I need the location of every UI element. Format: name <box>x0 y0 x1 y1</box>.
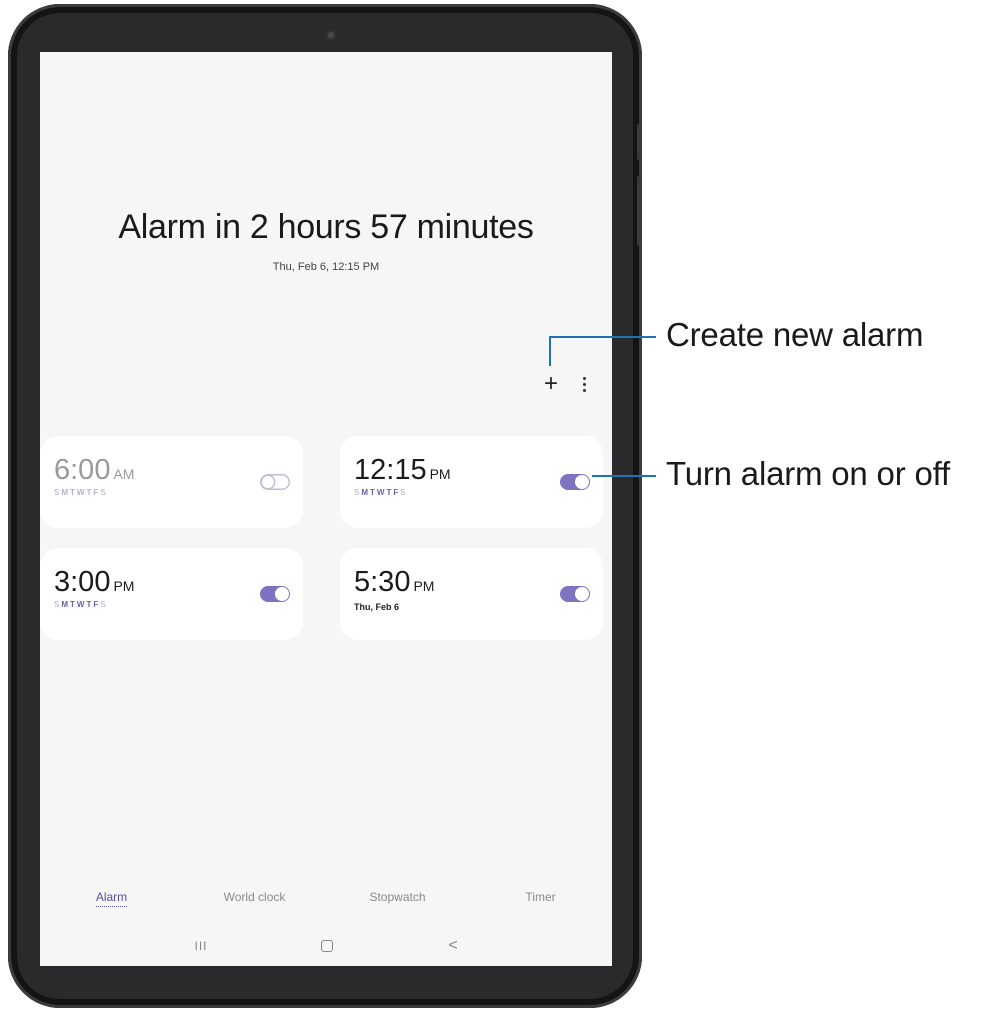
alarm-card[interactable]: 12:15 PM SMTWTFS <box>340 436 603 528</box>
front-camera <box>326 30 336 40</box>
volume-button <box>637 124 642 160</box>
system-nav-bar: III < <box>40 934 612 958</box>
add-alarm-button[interactable]: + <box>540 371 562 397</box>
bottom-tabs: Alarm World clock Stopwatch Timer <box>40 890 612 910</box>
callout-line-create-horizontal <box>549 336 656 338</box>
power-button <box>637 176 642 246</box>
alarm-date: Thu, Feb 6 <box>354 602 399 612</box>
alarm-toggle[interactable] <box>260 474 290 490</box>
callout-turn-alarm-on-off: Turn alarm on or off <box>666 455 950 492</box>
alarm-toggle[interactable] <box>260 586 290 602</box>
alarm-repeat-days: SMTWTFS <box>54 488 108 497</box>
alarm-card[interactable]: 3:00 PM SMTWTFS <box>40 548 303 640</box>
recent-apps-icon[interactable]: III <box>186 934 216 958</box>
alarm-toggle[interactable] <box>560 586 590 602</box>
callout-create-new-alarm: Create new alarm <box>666 316 924 353</box>
next-alarm-title: Alarm in 2 hours 57 minutes <box>118 208 534 246</box>
next-alarm-datetime: Thu, Feb 6, 12:15 PM <box>272 261 380 273</box>
alarm-time: 12:15 PM <box>354 454 451 486</box>
callout-line-create-vertical <box>549 336 551 366</box>
tab-stopwatch[interactable]: Stopwatch <box>326 890 469 904</box>
alarm-card[interactable]: 6:00 AM SMTWTFS <box>40 436 303 528</box>
alarm-repeat-days: SMTWTFS <box>54 600 108 609</box>
back-icon[interactable]: < <box>438 934 468 958</box>
tab-alarm[interactable]: Alarm <box>40 890 183 907</box>
more-options-icon[interactable] <box>578 374 590 396</box>
alarm-time: 5:30 PM <box>354 566 435 598</box>
clock-app-screen: Alarm in 2 hours 57 minutes Thu, Feb 6, … <box>40 52 612 966</box>
home-icon[interactable] <box>312 934 342 958</box>
alarm-toggle[interactable] <box>560 474 590 490</box>
tab-world-clock[interactable]: World clock <box>183 890 326 904</box>
tab-timer[interactable]: Timer <box>469 890 612 904</box>
alarm-repeat-days: SMTWTFS <box>354 488 408 497</box>
alarm-card[interactable]: 5:30 PM Thu, Feb 6 <box>340 548 603 640</box>
alarm-time: 6:00 AM <box>54 454 135 486</box>
callout-line-toggle <box>592 475 656 477</box>
alarm-time: 3:00 PM <box>54 566 135 598</box>
